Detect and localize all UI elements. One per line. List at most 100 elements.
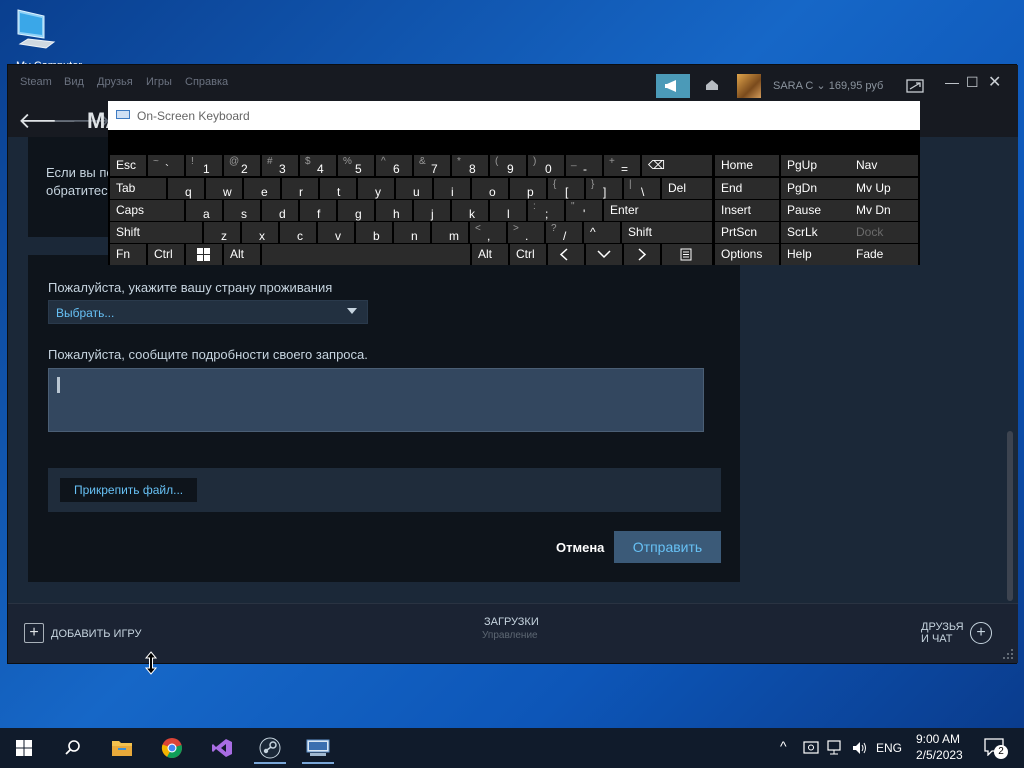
key-nav[interactable]: Nav (850, 155, 918, 176)
cancel-button[interactable]: Отмена (556, 540, 604, 555)
key-x[interactable]: x (242, 222, 278, 243)
key-prtscn[interactable]: PrtScn (715, 222, 779, 243)
key-end[interactable]: End (715, 178, 779, 199)
menu-friends[interactable]: Друзья (97, 76, 133, 88)
key-menu[interactable] (662, 244, 712, 265)
key-m[interactable]: m (432, 222, 468, 243)
key-slash[interactable]: ? / (546, 222, 582, 243)
desktop-icon-my-computer[interactable]: My Computer (14, 8, 82, 72)
key-arrow-up[interactable]: ^ (584, 222, 620, 243)
key-0[interactable]: ) 0 (528, 155, 564, 176)
key-k[interactable]: k (452, 200, 488, 221)
add-game-plus-icon[interactable]: + (24, 623, 44, 643)
key-scrlk[interactable]: ScrLk (781, 222, 851, 243)
key-dock[interactable]: Dock (850, 222, 918, 243)
key-v[interactable]: v (318, 222, 354, 243)
key-1[interactable]: ! 1 (186, 155, 222, 176)
key-backspace[interactable]: ⌫ (642, 155, 712, 176)
scrollbar[interactable] (1004, 137, 1018, 603)
key-4[interactable]: $4 (300, 155, 336, 176)
key-z[interactable]: z (204, 222, 240, 243)
key-comma[interactable]: <, (470, 222, 506, 243)
friends-plus-icon[interactable]: + (970, 622, 992, 644)
volume-icon[interactable] (851, 739, 869, 757)
key-3[interactable]: #3 (262, 155, 298, 176)
taskbar-chrome[interactable] (152, 732, 192, 764)
menu-help[interactable]: Справка (185, 76, 228, 88)
key-s[interactable]: s (224, 200, 260, 221)
key-l[interactable]: l (490, 200, 526, 221)
key-n[interactable]: n (394, 222, 430, 243)
key-insert[interactable]: Insert (715, 200, 779, 221)
key-6[interactable]: ^ 6 (376, 155, 412, 176)
key-fn[interactable]: Fn (110, 244, 146, 265)
key-quote[interactable]: " ' (566, 200, 602, 221)
key-pgup[interactable]: PgUp (781, 155, 851, 176)
taskbar-on-screen-keyboard[interactable] (298, 732, 338, 764)
key-semicolon[interactable]: :; (528, 200, 564, 221)
minimize-icon[interactable]: — (945, 74, 959, 90)
key-tilde[interactable]: ~ ` (148, 155, 184, 176)
maximize-icon[interactable]: ☐ (966, 74, 979, 91)
friends-chat-line2[interactable]: И ЧАТ (921, 633, 953, 645)
send-button[interactable]: Отправить (614, 531, 721, 563)
key-bracket-right[interactable]: }] (586, 178, 622, 199)
osk-title-bar[interactable]: On-Screen Keyboard (108, 101, 920, 130)
key-y[interactable]: y (358, 178, 394, 199)
network-icon[interactable] (826, 739, 844, 757)
key-f[interactable]: f (300, 200, 336, 221)
clock-time[interactable]: 9:00 AM (916, 732, 960, 746)
key-alt-right[interactable]: Alt (472, 244, 508, 265)
key-pause[interactable]: Pause (781, 200, 851, 221)
key-backslash[interactable]: | \ (624, 178, 660, 199)
taskbar-visual-studio[interactable] (202, 732, 242, 764)
key-period[interactable]: >. (508, 222, 544, 243)
key-c[interactable]: c (280, 222, 316, 243)
friends-chat-line1[interactable]: ДРУЗЬЯ (921, 621, 964, 633)
key-d[interactable]: d (262, 200, 298, 221)
key-b[interactable]: b (356, 222, 392, 243)
key-ctrl-right[interactable]: Ctrl (510, 244, 546, 265)
key-e[interactable]: e (244, 178, 280, 199)
action-center-button[interactable]: 2 (984, 736, 1008, 760)
key-7[interactable]: & 7 (414, 155, 450, 176)
key-move-down[interactable]: Mv Dn (850, 200, 918, 221)
key-caps[interactable]: Caps (110, 200, 184, 221)
key-a[interactable]: a (186, 200, 222, 221)
key-pgdn[interactable]: PgDn (781, 178, 851, 199)
menu-games[interactable]: Игры (146, 76, 172, 88)
downloads-button[interactable]: ЗАГРУЗКИ (484, 616, 539, 628)
key-minus[interactable]: _ - (566, 155, 602, 176)
search-button[interactable] (52, 732, 92, 764)
key-8[interactable]: * 8 (452, 155, 488, 176)
attach-file-button[interactable]: Прикрепить файл... (60, 478, 198, 502)
key-bracket-left[interactable]: {[ (548, 178, 584, 199)
key-t[interactable]: t (320, 178, 356, 199)
key-9[interactable]: (9 (490, 155, 526, 176)
add-game-button[interactable]: ДОБАВИТЬ ИГРУ (51, 628, 142, 640)
announcements-button[interactable] (656, 74, 690, 98)
key-move-up[interactable]: Mv Up (850, 178, 918, 199)
key-esc[interactable]: Esc (110, 155, 146, 176)
input-language[interactable]: ENG (876, 741, 902, 755)
avatar[interactable] (737, 74, 761, 98)
key-r[interactable]: r (282, 178, 318, 199)
key-q[interactable]: q (168, 178, 204, 199)
key-g[interactable]: g (338, 200, 374, 221)
key-shift-right[interactable]: Shift (622, 222, 712, 243)
key-shift-left[interactable]: Shift (110, 222, 202, 243)
close-icon[interactable]: ✕ (988, 72, 1001, 92)
menu-steam[interactable]: Steam (20, 76, 52, 88)
resize-grip-icon[interactable] (1002, 648, 1014, 660)
key-space[interactable] (262, 244, 470, 265)
show-hidden-icons-chevron[interactable]: ^ (780, 738, 787, 754)
inbox-icon[interactable] (704, 77, 720, 93)
key-ctrl-left[interactable]: Ctrl (148, 244, 184, 265)
key-2[interactable]: @2 (224, 155, 260, 176)
on-screen-keyboard[interactable]: On-Screen Keyboard Esc ~ ` ! 1 @2 #3 $4 % 5… (108, 101, 920, 265)
key-fade[interactable]: Fade (850, 244, 918, 265)
key-h[interactable]: h (376, 200, 412, 221)
key-o[interactable]: o (472, 178, 508, 199)
key-arrow-left[interactable] (548, 244, 584, 265)
key-help[interactable]: Help (781, 244, 851, 265)
